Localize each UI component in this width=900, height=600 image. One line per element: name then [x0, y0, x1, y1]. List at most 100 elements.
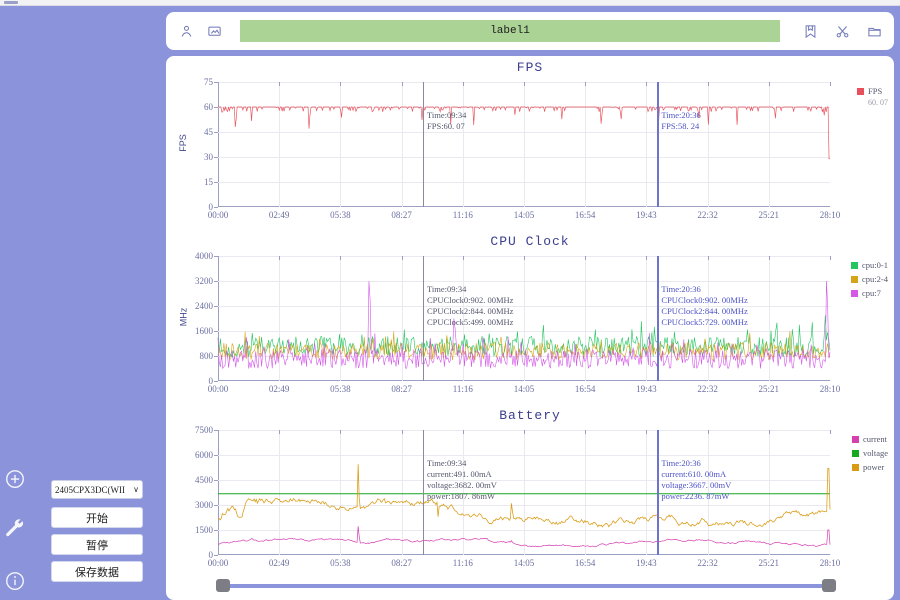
y-tick-label: 1500: [195, 525, 213, 535]
x-tick-label: 11:16: [452, 210, 473, 220]
x-tick-label: 22:32: [697, 210, 718, 220]
cursor-readout-b: Time:20:36 FPS:58. 24: [661, 110, 700, 132]
x-tick-label: 05:38: [330, 558, 351, 568]
info-circle-icon[interactable]: [4, 570, 26, 592]
user-icon[interactable]: [176, 21, 196, 41]
screen-icon[interactable]: [204, 21, 224, 41]
x-tick-label: 28:10: [819, 558, 841, 568]
label-input[interactable]: label1: [240, 20, 780, 42]
range-slider-handle-left[interactable]: [216, 579, 230, 592]
x-tick-label: 08:27: [391, 558, 412, 568]
legend-item[interactable]: cpu:7: [851, 288, 888, 298]
x-tick-label: 11:16: [452, 558, 473, 568]
series-lines: [218, 105, 830, 159]
x-tick-label: 05:38: [330, 384, 351, 394]
x-tick-mark: [830, 82, 831, 86]
legend-item[interactable]: cpu:0-1: [851, 260, 888, 270]
battery-plot-area[interactable]: 0 1500 3000 4500 6000 7500 00:00 02:49 05:38 08:2…: [195, 425, 840, 568]
fps-legend: FPS 60. 07: [857, 86, 888, 107]
x-tick-label: 16:54: [574, 384, 596, 394]
y-tick-mark: [214, 381, 218, 382]
device-select-value: 2405CPX3DC(WII: [55, 484, 125, 495]
y-tick-label: 45: [204, 127, 213, 137]
legend-swatch: [851, 275, 859, 283]
legend-item[interactable]: power: [851, 462, 888, 472]
fps-plot-area[interactable]: 0 15 30 45 60 75 00:00 02:49 05:38 08:27 11:16 14:0…: [204, 77, 840, 220]
y-tick-label: 4000: [195, 251, 213, 261]
readout-line: Time:09:34: [427, 284, 467, 294]
legend-swatch: [851, 261, 859, 269]
range-slider-track[interactable]: [228, 584, 824, 588]
x-tick-mark: [830, 256, 831, 260]
legend-label: cpu:2-4: [862, 274, 888, 284]
cpu-y-axis-label: MHz: [178, 307, 189, 327]
cursor-readout-a: Time:09:34 current:491. 00mA voltage:3682.…: [427, 458, 497, 502]
y-tick-label: 60: [204, 102, 213, 112]
legend-label: cpu:0-1: [862, 260, 888, 270]
time-range-slider[interactable]: [216, 576, 836, 596]
device-select[interactable]: 2405CPX3DC(WII ∨: [51, 480, 143, 499]
cursor-readout-a: Time:09:34 FPS:60. 07: [427, 110, 466, 132]
legend-item[interactable]: FPS: [857, 86, 888, 96]
legend-item[interactable]: voltage: [851, 448, 888, 458]
cursor-line-b[interactable]: [657, 430, 660, 555]
cursor-readout-b: Time:20:36 current:610. 00mA voltage:3667.…: [661, 458, 731, 502]
cpu-chart-title: CPU Clock: [490, 234, 570, 249]
y-tick-label: 1600: [195, 326, 213, 336]
wrench-icon[interactable]: [4, 518, 26, 540]
x-tick-label: 02:49: [268, 384, 290, 394]
bookmark-icon[interactable]: [800, 21, 820, 41]
x-tick-label: 19:43: [636, 384, 657, 394]
readout-line: power:2236. 87mW: [661, 491, 730, 501]
x-tick-label: 22:32: [697, 558, 718, 568]
x-tick-label: 00:00: [207, 210, 229, 220]
legend-swatch: [851, 435, 859, 443]
legend-swatch: [851, 463, 859, 471]
cursor-line-a[interactable]: [423, 256, 425, 381]
fps-y-axis-label: FPS: [177, 134, 188, 152]
scissors-icon[interactable]: [832, 21, 852, 41]
readout-line: Time:20:36: [661, 458, 701, 468]
x-tick-label: 25:21: [758, 210, 780, 220]
charts-panel: FPS FPS 0 15 30 45 60 75 00:00 02:49 05:38 08:27 1…: [166, 56, 894, 600]
y-tick-label: 30: [204, 152, 213, 162]
x-tick-label: 22:32: [697, 384, 718, 394]
readout-line: CPUClock2:844. 00MHz: [427, 306, 514, 316]
cursor-line-b[interactable]: [657, 82, 660, 207]
cpu-clock-chart: CPU Clock MHz 0 800 1600 2400 3200 4000 00:00 0…: [166, 230, 894, 404]
readout-line: FPS:58. 24: [661, 121, 700, 131]
y-tick-label: 7500: [195, 425, 213, 435]
legend-current-value: 60. 07: [868, 98, 888, 107]
readout-line: Time:20:36: [661, 110, 701, 120]
readout-line: Time:09:34: [427, 110, 467, 120]
legend-swatch: [851, 449, 859, 457]
readout-line: voltage:3682. 00mV: [427, 480, 497, 490]
legend-label: current: [862, 434, 888, 444]
x-tick-label: 00:00: [207, 558, 229, 568]
x-tick-label: 16:54: [574, 558, 596, 568]
cpu-plot-area[interactable]: 0 800 1600 2400 3200 4000 00:00 02:49 05:38 08:27…: [195, 251, 840, 394]
save-data-button[interactable]: 保存数据: [51, 561, 143, 582]
pause-button[interactable]: 暂停: [51, 534, 143, 555]
sidebar: 2405CPX3DC(WII ∨ 开始 暂停 保存数据: [0, 6, 160, 600]
legend-item[interactable]: cpu:2-4: [851, 274, 888, 284]
start-button[interactable]: 开始: [51, 507, 143, 528]
y-tick-label: 3200: [195, 276, 213, 286]
folder-icon[interactable]: [864, 21, 884, 41]
battery-chart-title: Battery: [499, 408, 561, 423]
cursor-line-b[interactable]: [657, 256, 660, 381]
x-tick-label: 11:16: [452, 384, 473, 394]
x-tick-label: 19:43: [636, 210, 657, 220]
add-icon[interactable]: [4, 468, 26, 490]
x-tick-label: 00:00: [207, 384, 229, 394]
toolbar: label1: [166, 12, 894, 50]
cursor-readout-b: Time:20:36 CPUClock0:902. 00MHz CPUClock2:…: [661, 284, 747, 328]
x-tick-label: 19:43: [636, 558, 657, 568]
cursor-line-a[interactable]: [423, 430, 425, 555]
cursor-line-a[interactable]: [423, 82, 425, 207]
range-slider-handle-right[interactable]: [822, 579, 836, 592]
legend-label: cpu:7: [862, 288, 881, 298]
x-tick-label: 25:21: [758, 558, 780, 568]
legend-item[interactable]: current: [851, 434, 888, 444]
x-tick-label: 02:49: [268, 210, 290, 220]
